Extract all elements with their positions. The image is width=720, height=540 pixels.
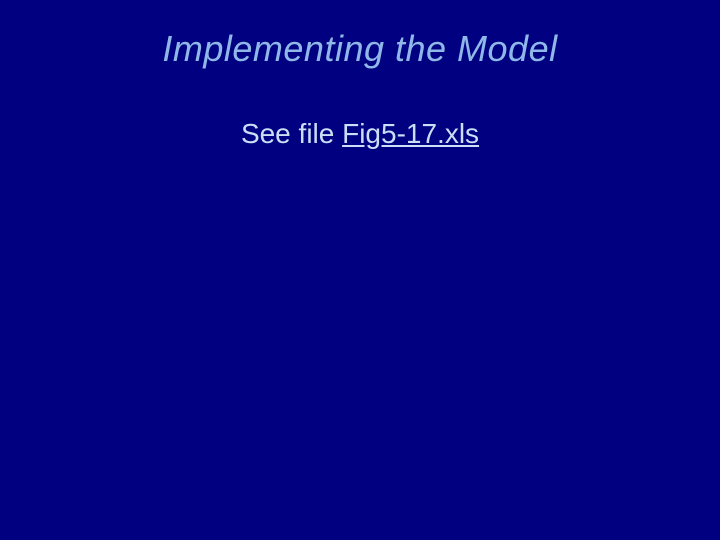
slide-body-line: See file Fig5-17.xls xyxy=(0,118,720,150)
file-link[interactable]: Fig5-17.xls xyxy=(342,118,479,149)
slide: Implementing the Model See file Fig5-17.… xyxy=(0,0,720,540)
slide-title: Implementing the Model xyxy=(0,28,720,70)
body-prefix-text: See file xyxy=(241,118,342,149)
